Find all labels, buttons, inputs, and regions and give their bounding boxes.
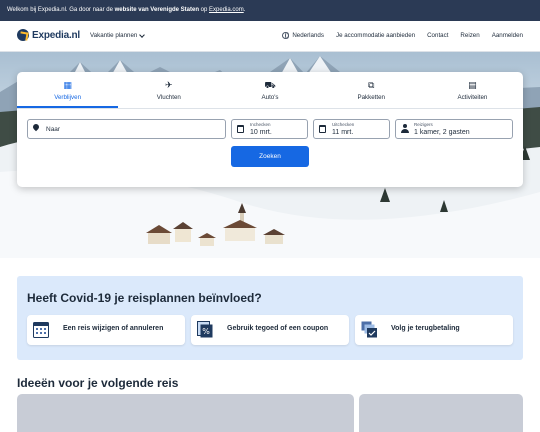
card-label: Volg je terugbetaling [391, 325, 460, 332]
tab-label: Activiteiten [457, 94, 488, 101]
checkout-date-field[interactable]: Uitchecken 11 mrt. [313, 119, 390, 139]
coupon-icon: % [197, 321, 213, 338]
destination-placeholder: Naar [46, 125, 61, 133]
package-icon: ⧉ [367, 80, 375, 90]
track-refund-card[interactable]: Volg je terugbetaling [355, 315, 513, 345]
language-selector[interactable]: Nederlands [282, 32, 324, 39]
expedia-logo-icon [17, 29, 29, 41]
language-label: Nederlands [292, 32, 324, 39]
travelers-label: Reizigers [414, 122, 433, 127]
car-icon: ⛟ [264, 80, 276, 90]
travelers-field[interactable]: Reizigers 1 kamer, 2 gasten [395, 119, 513, 139]
card-label: Gebruik tegoed of een coupon [227, 325, 329, 332]
trips-link[interactable]: Reizen [460, 32, 479, 39]
covid-title: Heeft Covid-19 je reisplannen beïnvloed? [27, 291, 262, 305]
search-button[interactable]: Zoeken [231, 146, 309, 167]
tab-packages[interactable]: ⧉ Pakketten [321, 72, 422, 108]
plan-trip-menu[interactable]: Vakantie plannen [90, 31, 146, 39]
checkin-date-field[interactable]: Inchecken 10 mrt. [231, 119, 308, 139]
tab-flights[interactable]: ✈ Vluchten [118, 72, 219, 108]
tab-label: Pakketten [357, 94, 385, 101]
refund-icon [361, 321, 377, 338]
travelers-value: 1 kamer, 2 gasten [414, 128, 470, 136]
hotel-icon: ▦ [63, 80, 72, 90]
banner-text-middle: op [199, 7, 210, 13]
expedia-com-link[interactable]: Expedia.com [209, 7, 244, 13]
banner-text-suffix: . [243, 7, 246, 13]
welcome-banner: Welkom bij Expedia.nl. Ga door naar de w… [0, 0, 540, 21]
ideas-title: Ideeën voor je volgende reis [17, 376, 179, 390]
plane-icon: ✈ [165, 80, 173, 90]
banner-bold-text: website van Verenigde Staten [114, 7, 199, 13]
tab-stays[interactable]: ▦ Verblijven [17, 72, 119, 108]
calendar-icon [237, 125, 244, 133]
tab-label: Auto's [261, 94, 279, 101]
logo-text: Expedia.nl [32, 29, 81, 41]
tab-activities[interactable]: ▤ Activiteiten [422, 72, 523, 108]
search-card: ▦ Verblijven ✈ Vluchten ⛟ Auto's ⧉ Pakke… [17, 72, 523, 187]
contact-link[interactable]: Contact [427, 32, 448, 39]
checkin-value: 10 mrt. [250, 128, 272, 136]
header-nav: Nederlands Je accommodatie aanbieden Con… [282, 32, 523, 39]
person-icon [401, 124, 409, 134]
list-property-link[interactable]: Je accommodatie aanbieden [336, 32, 415, 39]
plan-trip-label: Vakantie plannen [90, 32, 138, 39]
calendar-icon [319, 125, 326, 133]
ticket-icon: ▤ [468, 80, 477, 90]
checkout-value: 11 mrt. [332, 128, 354, 136]
site-header: Expedia.nl Vakantie plannen Nederlands J… [0, 21, 540, 52]
calendar-icon [33, 322, 49, 338]
tab-cars[interactable]: ⛟ Auto's [219, 72, 320, 108]
use-credit-coupon-card[interactable]: % Gebruik tegoed of een coupon [191, 315, 349, 345]
sign-in-link[interactable]: Aanmelden [492, 32, 523, 39]
chevron-down-icon [139, 31, 146, 38]
destination-input[interactable]: Naar [27, 119, 226, 139]
banner-text: Welkom bij Expedia.nl. Ga door naar de [7, 7, 115, 13]
map-pin-icon [31, 122, 41, 132]
idea-card[interactable] [17, 394, 354, 432]
tab-label: Vluchten [156, 94, 181, 101]
search-tabs: ▦ Verblijven ✈ Vluchten ⛟ Auto's ⧉ Pakke… [17, 72, 523, 109]
card-label: Een reis wijzigen of annuleren [63, 325, 164, 332]
expedia-logo[interactable]: Expedia.nl [17, 29, 80, 41]
change-cancel-trip-card[interactable]: Een reis wijzigen of annuleren [27, 315, 185, 345]
checkout-label: Uitchecken [332, 122, 355, 127]
tab-label: Verblijven [54, 94, 82, 101]
checkin-label: Inchecken [250, 122, 271, 127]
covid-section: Heeft Covid-19 je reisplannen beïnvloed?… [17, 276, 523, 360]
idea-card[interactable] [359, 394, 523, 432]
svg-text:%: % [202, 327, 210, 336]
globe-icon [282, 32, 290, 39]
